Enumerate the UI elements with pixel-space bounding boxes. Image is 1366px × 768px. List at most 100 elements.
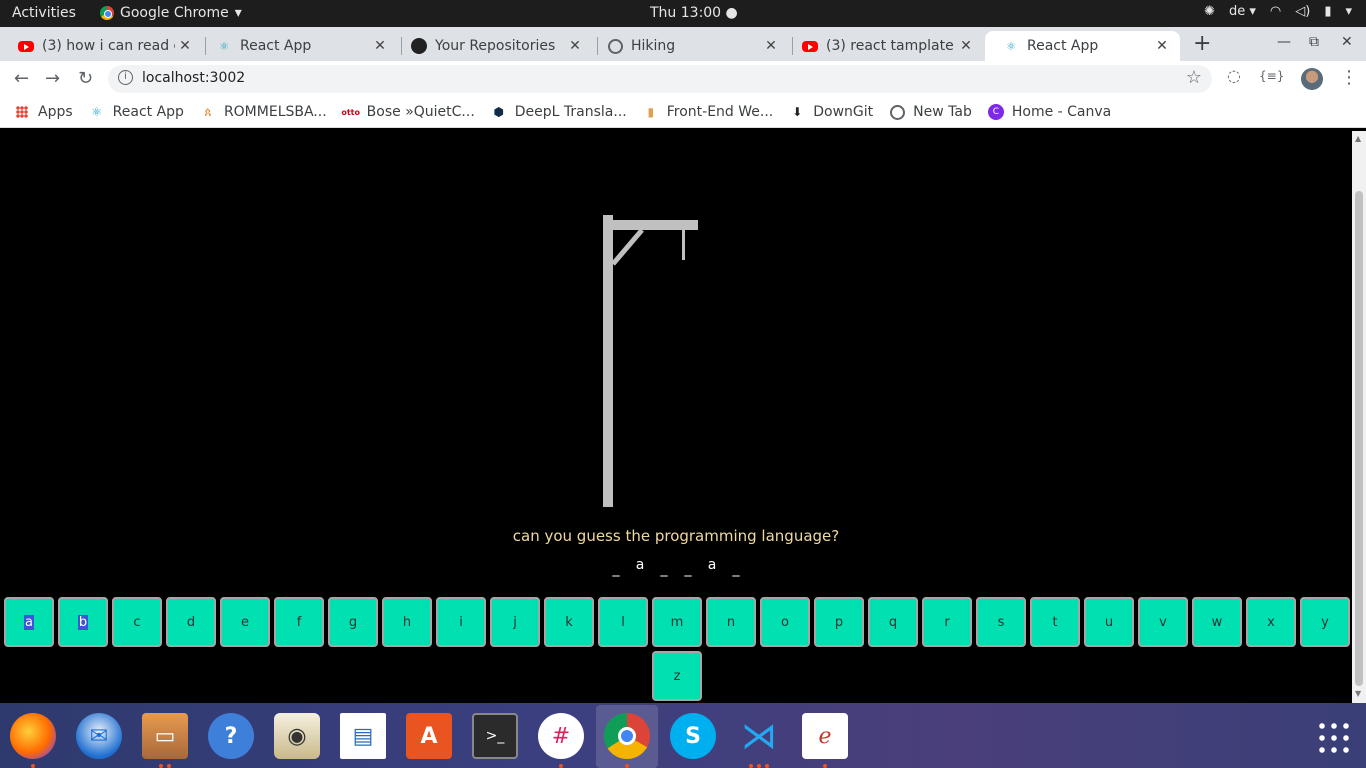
bookmark-bose[interactable]: otto Bose »QuietC... [341,104,474,120]
battery-icon[interactable]: ▮ [1324,4,1331,19]
wifi-icon[interactable]: ◠ [1270,4,1281,19]
close-icon[interactable]: ✕ [370,38,390,54]
system-tray[interactable]: ✺ de ▾ ◠ ◁) ▮ ▾ [1204,4,1352,19]
new-tab-button[interactable]: + [1193,31,1211,56]
letter-button-g[interactable]: g [328,597,378,647]
keyboard-layout[interactable]: de ▾ [1229,4,1256,19]
letter-button-d[interactable]: d [166,597,216,647]
bookmark-front-end[interactable]: ▮ Front-End We... [643,104,774,120]
letter-button-z[interactable]: z [652,651,702,701]
bookmark-icon: ▮ [647,105,655,119]
bookmark-new-tab[interactable]: New Tab [889,104,972,120]
files-icon[interactable]: ▭ [142,713,188,759]
letter-button-e[interactable]: e [220,597,270,647]
restore-icon[interactable]: ⧉ [1309,34,1319,50]
letter-button-o[interactable]: o [760,597,810,647]
letter-button-b[interactable]: b [58,597,108,647]
tab-react-app-active[interactable]: ⚛ React App ✕ [985,31,1180,61]
gallows-brace [611,228,644,266]
bookmark-label: Home - Canva [1011,104,1112,120]
letter-button-a[interactable]: a [4,597,54,647]
bookmark-apps[interactable]: Apps [14,104,73,120]
letter-button-q[interactable]: q [868,597,918,647]
terminal-icon[interactable]: >_ [472,713,518,759]
letter-button-w[interactable]: w [1192,597,1242,647]
thunderbird-icon[interactable]: ✉ [76,713,122,759]
show-applications-icon[interactable] [1316,720,1350,754]
scroll-down-icon[interactable]: ▼ [1355,689,1361,698]
letter-button-p[interactable]: p [814,597,864,647]
letter-button-i[interactable]: i [436,597,486,647]
github-icon [411,38,427,54]
json-viewer-extension-icon[interactable]: {≡} [1259,69,1284,83]
chrome-icon[interactable] [604,713,650,759]
bookmark-rommelsbacher[interactable]: ጰ ROMMELSBA... [200,104,327,120]
reload-icon[interactable]: ↻ [78,68,93,89]
forward-icon[interactable]: → [45,68,60,89]
extension-icon[interactable]: ◌ [1227,66,1241,85]
bookmark-label: Front-End We... [666,104,774,120]
app-menu[interactable]: Google Chrome ▾ [100,5,242,21]
minimize-icon[interactable]: — [1277,34,1291,50]
letter-button-n[interactable]: n [706,597,756,647]
address-bar[interactable]: i localhost:3002 ☆ [108,65,1212,93]
window-close-icon[interactable]: ✕ [1341,34,1353,50]
bookmark-label: ROMMELSBA... [223,104,327,120]
chrome-menu-icon[interactable]: ⋮ [1340,67,1358,88]
letter-button-v[interactable]: v [1138,597,1188,647]
bookmark-star-icon[interactable]: ☆ [1186,67,1202,88]
word-letter: _ [660,561,668,577]
pdf-viewer-icon[interactable]: ℯ [802,713,848,759]
close-icon[interactable]: ✕ [175,38,195,54]
letter-button-f[interactable]: f [274,597,324,647]
letter-button-l[interactable]: l [598,597,648,647]
bookmark-deepl[interactable]: ⬢ DeepL Transla... [491,104,627,120]
letter-button-u[interactable]: u [1084,597,1134,647]
close-icon[interactable]: ✕ [565,38,585,54]
url-text[interactable]: localhost:3002 [142,70,245,86]
software-center-icon[interactable]: A [406,713,452,759]
volume-icon[interactable]: ◁) [1295,4,1310,19]
close-icon[interactable]: ✕ [1152,38,1172,54]
scrollbar-thumb[interactable] [1355,191,1363,686]
help-icon[interactable]: ? [208,713,254,759]
tab-repositories[interactable]: Your Repositories ✕ [393,31,593,61]
letter-button-x[interactable]: x [1246,597,1296,647]
letter-button-r[interactable]: r [922,597,972,647]
letter-label: g [348,614,358,630]
page-scrollbar[interactable]: ▲ ▼ [1352,131,1366,703]
clock[interactable]: Thu 13:00 ● [650,5,738,21]
tab-youtube-read[interactable]: (3) how i can read e ✕ [0,31,203,61]
letter-button-h[interactable]: h [382,597,432,647]
scroll-up-icon[interactable]: ▲ [1355,134,1361,143]
close-icon[interactable]: ✕ [956,38,976,54]
letter-button-m[interactable]: m [652,597,702,647]
chevron-down-icon[interactable]: ▾ [1345,4,1352,19]
firefox-icon[interactable] [10,713,56,759]
letter-button-y[interactable]: y [1300,597,1350,647]
slack-icon[interactable]: # [538,713,584,759]
tab-youtube-template[interactable]: (3) react tamplate - ✕ [784,31,984,61]
bookmark-downgit[interactable]: ⬇ DownGit [789,104,873,120]
bookmark-react-app[interactable]: ⚛ React App [89,104,184,120]
tab-hiking[interactable]: Hiking ✕ [589,31,789,61]
accessibility-icon[interactable]: ✺ [1204,4,1215,19]
letter-button-s[interactable]: s [976,597,1026,647]
bookmark-canva[interactable]: C Home - Canva [987,104,1112,120]
letter-button-k[interactable]: k [544,597,594,647]
tab-react-app[interactable]: ⚛ React App ✕ [198,31,398,61]
writer-icon[interactable]: ▤ [340,713,386,759]
close-icon[interactable]: ✕ [761,38,781,54]
back-icon[interactable]: ← [14,68,29,89]
skype-icon[interactable]: S [670,713,716,759]
rhythmbox-icon[interactable]: ◉ [274,713,320,759]
letter-button-c[interactable]: c [112,597,162,647]
gallows-beam [603,220,698,230]
profile-avatar[interactable] [1301,68,1323,90]
vscode-icon[interactable]: ⋊ [736,713,782,759]
letter-label: z [673,668,681,684]
site-info-icon[interactable]: i [118,70,133,85]
activities-button[interactable]: Activities [12,5,76,21]
letter-button-j[interactable]: j [490,597,540,647]
letter-button-t[interactable]: t [1030,597,1080,647]
